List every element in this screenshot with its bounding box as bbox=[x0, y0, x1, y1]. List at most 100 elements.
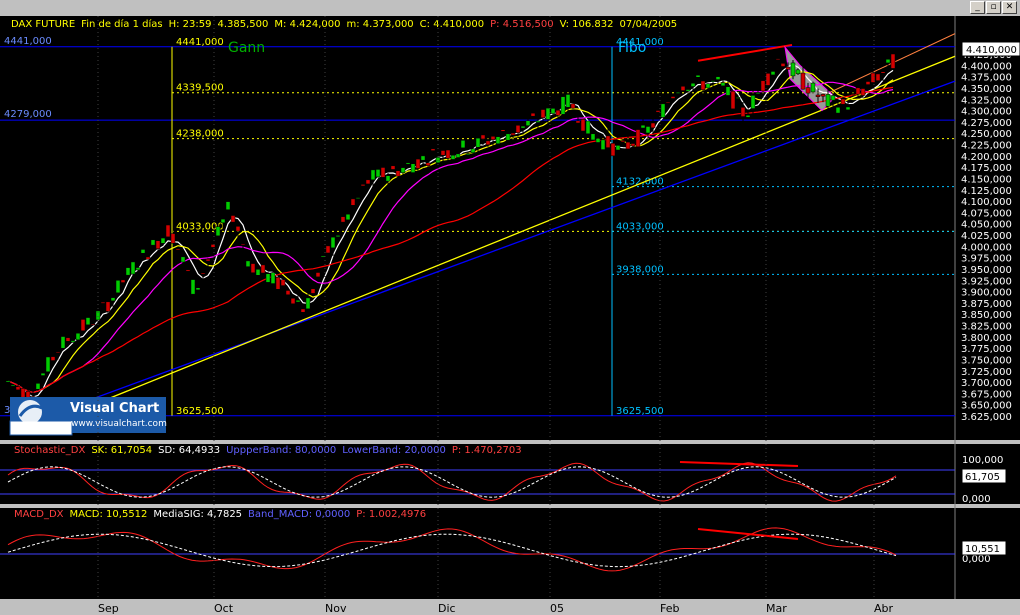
macd-value-tag: 10,551 bbox=[961, 540, 1007, 556]
candle-body bbox=[645, 126, 651, 134]
candle-body bbox=[190, 279, 196, 295]
candle-body bbox=[205, 258, 211, 262]
chart-svg[interactable]: DAX FUTURE Fin de día 1 días H: 23:59 4.385… bbox=[0, 16, 1020, 615]
candle-body bbox=[250, 263, 256, 273]
candle-body bbox=[845, 106, 851, 111]
time-axis bbox=[0, 599, 1020, 615]
candle-body bbox=[425, 162, 431, 166]
candle-body bbox=[450, 154, 456, 160]
candle-body bbox=[410, 163, 416, 173]
candle-body bbox=[655, 110, 661, 113]
candle-body bbox=[325, 245, 331, 254]
candle-body bbox=[830, 95, 836, 101]
fibo-label: 4033,000 bbox=[616, 221, 664, 232]
candle-body bbox=[465, 153, 471, 156]
y-tick-label: 4.000,000 bbox=[961, 242, 1012, 253]
y-tick-label: 4.100,000 bbox=[961, 197, 1012, 208]
svg-text:4.410,000: 4.410,000 bbox=[966, 45, 1017, 56]
candle-body bbox=[810, 82, 816, 93]
candle-body bbox=[765, 73, 771, 86]
candle-body bbox=[75, 332, 81, 341]
candle-body bbox=[715, 76, 721, 80]
candle-body bbox=[200, 272, 206, 275]
candle-body bbox=[360, 184, 366, 187]
title-bar: _ ▫ ✕ bbox=[0, 0, 1020, 17]
candle-body bbox=[570, 103, 576, 109]
candle-body bbox=[460, 140, 466, 149]
candle-body bbox=[815, 94, 821, 97]
candle-body bbox=[505, 133, 511, 141]
candle-body bbox=[520, 125, 526, 129]
candle-body bbox=[610, 143, 616, 157]
candle-body bbox=[650, 122, 656, 129]
last-price-tag: 4.410,000 bbox=[961, 41, 1020, 57]
candle-body bbox=[600, 139, 606, 150]
candle-body bbox=[140, 249, 146, 254]
candle-body bbox=[525, 120, 531, 126]
candle-body bbox=[575, 120, 581, 124]
svg-text:Visual Chart: Visual Chart bbox=[70, 401, 159, 416]
candle-body bbox=[835, 107, 841, 114]
y-tick-label: 4.150,000 bbox=[961, 174, 1012, 185]
candle-body bbox=[415, 158, 421, 169]
candle-body bbox=[305, 297, 311, 310]
y-tick-label: 3.875,000 bbox=[961, 299, 1012, 310]
candle-body bbox=[370, 169, 376, 180]
y-tick-label: 4.350,000 bbox=[961, 84, 1012, 95]
candle-body bbox=[515, 125, 521, 133]
level-label: 4441,000 bbox=[4, 36, 52, 47]
x-tick-label: Mar bbox=[766, 602, 787, 615]
x-tick-label: 05 bbox=[550, 602, 564, 615]
candle-body bbox=[555, 109, 561, 116]
candle-body bbox=[275, 277, 281, 290]
candle-body bbox=[35, 383, 41, 390]
candle-body bbox=[585, 120, 591, 134]
candle-body bbox=[805, 87, 811, 94]
candle-body bbox=[320, 255, 326, 258]
visual-chart-logo: Visual Chart www.visualchart.com bbox=[9, 397, 167, 436]
candle-body bbox=[10, 384, 16, 387]
candle-body bbox=[440, 150, 446, 156]
candle-body bbox=[100, 301, 106, 304]
candle-body bbox=[90, 323, 96, 326]
close-button[interactable]: ✕ bbox=[1002, 1, 1017, 14]
candle-body bbox=[235, 226, 241, 232]
candle-body bbox=[470, 148, 476, 153]
candle-body bbox=[245, 260, 251, 267]
level-label: 4279,000 bbox=[4, 109, 52, 120]
y-tick-label: 3.725,000 bbox=[961, 367, 1012, 378]
y-tick-label: 4.275,000 bbox=[961, 118, 1012, 129]
candle-body bbox=[315, 272, 321, 278]
candle-body bbox=[710, 80, 716, 82]
candle-body bbox=[145, 256, 151, 260]
maximize-button[interactable]: ▫ bbox=[986, 1, 1001, 14]
candle-body bbox=[740, 107, 746, 117]
macd-header: MACD_DX MACD: 10,5512 MediaSIG: 4,7825 Band… bbox=[14, 509, 426, 520]
candle-body bbox=[180, 256, 186, 263]
y-tick-label: 3.800,000 bbox=[961, 333, 1012, 344]
candle-body bbox=[730, 90, 736, 110]
candle-body bbox=[380, 167, 386, 178]
candle-body bbox=[240, 243, 246, 246]
candle-body bbox=[825, 94, 831, 107]
candle-body bbox=[745, 115, 751, 118]
candle-body bbox=[860, 88, 866, 96]
candle-body bbox=[135, 267, 141, 271]
chart-window: { "window":{ "header":{ "symbol":"DAX FU… bbox=[0, 0, 1020, 615]
candle-body bbox=[120, 279, 126, 283]
macd-tick-0: 0,000 bbox=[962, 554, 991, 565]
candle-body bbox=[595, 138, 601, 143]
y-tick-label: 3.675,000 bbox=[961, 389, 1012, 400]
fibo-label: 4132,000 bbox=[616, 177, 664, 188]
candle-body bbox=[230, 215, 236, 223]
candle-body bbox=[685, 89, 691, 92]
candle-body bbox=[15, 386, 21, 391]
y-tick-label: 3.900,000 bbox=[961, 288, 1012, 299]
gann-label: 4441,000 bbox=[176, 37, 224, 48]
minimize-button[interactable]: _ bbox=[970, 1, 985, 14]
candle-body bbox=[885, 59, 891, 64]
candle-body bbox=[855, 87, 861, 95]
candle-body bbox=[365, 179, 371, 185]
candle-body bbox=[875, 73, 881, 81]
candle-body bbox=[420, 155, 426, 161]
